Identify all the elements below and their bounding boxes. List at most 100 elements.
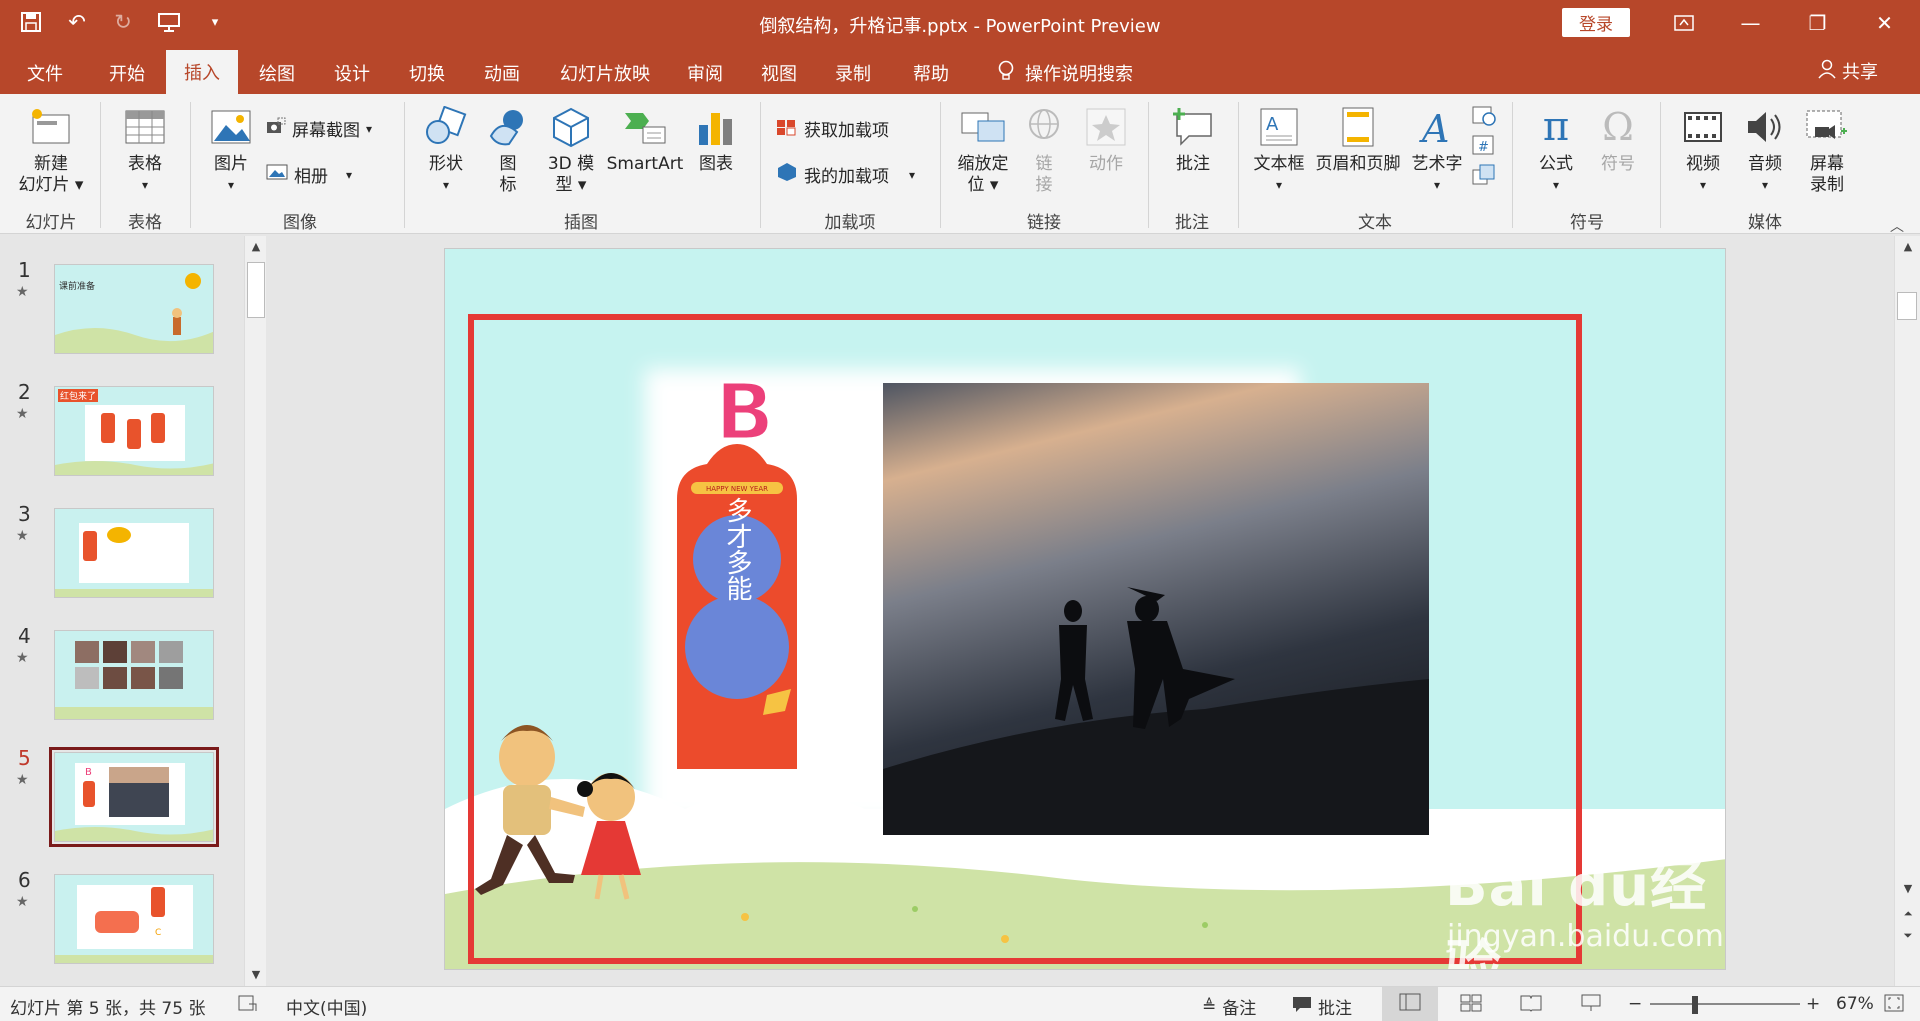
group-slides-label: 幻灯片 <box>25 213 77 233</box>
zoom-level[interactable]: 67% <box>1836 994 1874 1014</box>
slide-number-button[interactable]: # <box>1472 134 1496 161</box>
next-slide-icon[interactable]: ⏷ <box>1895 926 1920 946</box>
smartart-button[interactable]: SmartArt <box>604 104 686 175</box>
accessibility-icon[interactable] <box>238 994 258 1012</box>
calendar-icon <box>1472 104 1496 131</box>
addin-cube-icon <box>776 162 798 187</box>
my-addins-button[interactable]: 我的加载项 ▾ <box>776 162 915 187</box>
scroll-thumb[interactable] <box>1897 292 1917 320</box>
slide-thumbnail-5[interactable]: B <box>49 747 219 847</box>
tab-design[interactable]: 设计 <box>325 52 379 94</box>
document-title: 倒叙结构，升格记事.pptx - PowerPoint Preview <box>759 16 1161 37</box>
scroll-up-icon[interactable]: ▲ <box>1895 236 1920 256</box>
share-button[interactable]: 共享 <box>1818 58 1878 84</box>
header-footer-button[interactable]: 页眉和页脚 <box>1310 104 1406 175</box>
tab-help[interactable]: 帮助 <box>904 52 958 94</box>
pi-icon: π <box>1542 103 1570 150</box>
comment-button[interactable]: 批注 <box>1160 104 1226 175</box>
store-icon <box>776 116 798 141</box>
audio-button[interactable]: 音频 ▾ <box>1736 104 1794 196</box>
album-button[interactable]: 相册 ▾ <box>266 162 352 187</box>
tab-draw[interactable]: 绘图 <box>250 52 304 94</box>
3d-model-button[interactable]: 3D 模 型 ▾ <box>540 104 602 196</box>
notes-button[interactable]: ≜ 备注 <box>1202 994 1257 1020</box>
notes-label: 备注 <box>1222 999 1257 1019</box>
get-addins-label: 获取加载项 <box>804 121 889 141</box>
scroll-down-icon[interactable]: ▼ <box>1895 878 1920 898</box>
slide-thumbnail-1[interactable]: 课前准备 <box>54 264 214 354</box>
tab-review[interactable]: 审阅 <box>678 52 732 94</box>
chevron-down-icon: ▾ <box>141 178 149 192</box>
zoom-slider[interactable] <box>1650 1003 1800 1005</box>
current-slide[interactable]: B HAPPY NEW YEAR 多才多能 Bai du经验 jingyan.b… <box>444 248 1726 970</box>
restore-icon[interactable]: ❐ <box>1784 0 1851 46</box>
thumbnail-number: 3 <box>18 502 31 526</box>
red-envelope: HAPPY NEW YEAR 多才多能 <box>677 444 797 769</box>
album-label: 相册 <box>294 167 328 187</box>
tab-transitions[interactable]: 切换 <box>400 52 454 94</box>
close-icon[interactable]: ✕ <box>1851 0 1918 46</box>
zoom-button[interactable]: 缩放定 位 ▾ <box>952 104 1014 196</box>
icons-button[interactable]: 图 标 <box>482 104 534 196</box>
action-button[interactable]: 动作 <box>1078 104 1134 175</box>
ribbon-display-icon[interactable] <box>1650 0 1717 46</box>
symbol-button[interactable]: Ω 符号 <box>1588 104 1648 175</box>
tab-record[interactable]: 录制 <box>826 52 880 94</box>
group-comments-label: 批注 <box>1175 213 1209 233</box>
thumbnails-scrollbar[interactable]: ▲ ▼ <box>244 236 266 986</box>
collapse-ribbon-icon[interactable]: ︿ <box>1890 216 1904 236</box>
wordart-label: 艺术字 <box>1411 154 1463 174</box>
link-button[interactable]: 链 接 <box>1018 104 1070 196</box>
tab-view[interactable]: 视图 <box>752 52 806 94</box>
zoom-slider-thumb[interactable] <box>1692 996 1698 1014</box>
slide-counter: 幻灯片 第 5 张，共 75 张 <box>10 999 206 1019</box>
equation-button[interactable]: π 公式 ▾ <box>1526 104 1586 196</box>
normal-view-button[interactable] <box>1382 987 1438 1021</box>
zoom-out-button[interactable]: − <box>1628 994 1642 1014</box>
table-button[interactable]: 表格 ▾ <box>112 104 178 196</box>
slide-sorter-button[interactable] <box>1460 994 1482 1017</box>
scroll-thumb[interactable] <box>247 262 265 318</box>
scroll-up-icon[interactable]: ▲ <box>245 236 267 256</box>
comment-icon <box>1170 104 1216 150</box>
slide-thumbnail-4[interactable] <box>54 630 214 720</box>
date-time-button[interactable] <box>1472 104 1496 131</box>
tab-insert[interactable]: 插入 <box>166 50 238 94</box>
chevron-down-icon: ▾ <box>1761 178 1769 192</box>
video-button[interactable]: 视频 ▾ <box>1674 104 1732 196</box>
textbox-button[interactable]: A 文本框 ▾ <box>1246 104 1312 196</box>
group-tables-label: 表格 <box>128 213 162 233</box>
screen-recording-button[interactable]: 屏幕 录制 <box>1798 104 1856 196</box>
shapes-button[interactable]: 形状 ▾ <box>416 104 476 196</box>
tab-home[interactable]: 开始 <box>100 52 154 94</box>
wordart-button[interactable]: A 艺术字 ▾ <box>1408 104 1466 196</box>
slide-thumbnail-6[interactable]: C <box>54 874 214 964</box>
screenshot-button[interactable]: 屏幕截图 ▾ <box>266 116 372 141</box>
slide-thumbnail-2[interactable]: 红包来了 <box>54 386 214 476</box>
tell-me-search[interactable]: 操作说明搜索 <box>985 52 1145 94</box>
language-indicator[interactable]: 中文(中国) <box>286 994 367 1019</box>
tab-file[interactable]: 文件 <box>18 52 72 94</box>
tab-animations[interactable]: 动画 <box>475 52 529 94</box>
tell-me-label: 操作说明搜索 <box>1025 64 1133 85</box>
picture-button[interactable]: 图片 ▾ <box>200 104 262 196</box>
get-addins-button[interactable]: 获取加载项 <box>776 116 889 141</box>
chart-button[interactable]: 图表 <box>690 104 742 175</box>
zoom-in-button[interactable]: + <box>1806 994 1820 1014</box>
canvas-scrollbar[interactable]: ▲ ▼ ⏶ ⏷ <box>1894 236 1920 986</box>
reading-view-button[interactable] <box>1520 994 1542 1017</box>
lightbulb-icon <box>997 60 1015 87</box>
scroll-down-icon[interactable]: ▼ <box>245 964 267 984</box>
fit-slide-icon[interactable] <box>1884 994 1904 1012</box>
shapes-icon <box>423 104 469 150</box>
login-button[interactable]: 登录 <box>1562 8 1630 37</box>
object-button[interactable] <box>1472 164 1496 191</box>
tab-slideshow[interactable]: 幻灯片放映 <box>550 52 660 94</box>
minimize-icon[interactable]: — <box>1717 0 1784 46</box>
comments-button[interactable]: 批注 <box>1292 994 1352 1019</box>
previous-slide-icon[interactable]: ⏶ <box>1895 904 1920 924</box>
slideshow-button[interactable] <box>1580 994 1602 1017</box>
new-slide-button[interactable]: 新建 幻灯片 ▾ <box>12 104 90 196</box>
separator <box>760 102 761 228</box>
slide-thumbnail-3[interactable] <box>54 508 214 598</box>
